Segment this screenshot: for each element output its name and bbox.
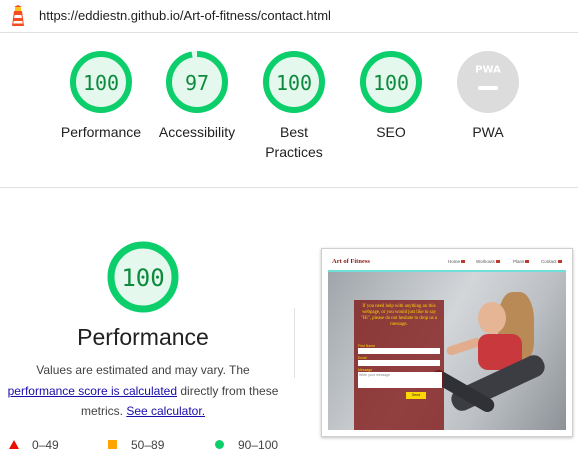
performance-description: Values are estimated and may vary. The p… [0, 360, 286, 422]
perf-desc-2: directly from these [180, 383, 279, 398]
final-screenshot[interactable]: If you need help with anything on this w… [321, 248, 573, 437]
vertical-divider [294, 308, 295, 378]
gauge-seo[interactable]: 100 SEO [343, 50, 439, 142]
site-nav-plans-label: Plans [513, 259, 525, 264]
legend-pass-label: 90–100 [238, 438, 279, 452]
hero-photo: If you need help with anything on this w… [328, 272, 566, 430]
gauge-accessibility-label: Accessibility [158, 124, 236, 140]
gauge-accessibility[interactable]: 97 Accessibility [149, 50, 245, 142]
gauge-performance[interactable]: 100 Performance [53, 50, 149, 142]
form-input-email [358, 360, 440, 366]
performance-score: 100 [121, 264, 164, 292]
gauge-accessibility-score: 97 [185, 71, 209, 95]
gauge-best-practices-score: 100 [276, 71, 312, 95]
fail-triangle-icon [9, 440, 19, 449]
lighthouse-icon [12, 5, 24, 26]
site-nav-plans: Plans [513, 259, 530, 264]
see-calculator-link[interactable]: See calculator. [126, 404, 205, 418]
url-bar: https://eddiestn.github.io/Art-of-fitnes… [0, 0, 578, 32]
pwa-badge-icon: PWA [457, 51, 519, 113]
gauge-pwa[interactable]: PWA PWA [440, 50, 536, 142]
divider [0, 187, 578, 188]
form-input-first-name [358, 348, 440, 354]
perf-desc-1: Values are estimated and may vary. The [36, 363, 250, 377]
gauge-performance-ring: 100 [70, 51, 132, 113]
site-navbar: Art of Fitness Home Workouts Plans Conta… [328, 255, 566, 272]
average-square-icon [108, 440, 117, 449]
gauge-seo-score: 100 [373, 71, 409, 95]
site-nav-home: Home [448, 259, 466, 264]
form-submit-button: Send [406, 392, 426, 399]
photo-person-arm [445, 336, 483, 357]
form-textarea: Write your message [358, 372, 442, 388]
site-nav-home-label: Home [448, 259, 461, 264]
legend-average-label: 50–89 [131, 438, 165, 452]
gauge-seo-ring: 100 [360, 51, 422, 113]
gauge-seo-label: SEO [376, 124, 406, 140]
contact-form: If you need help with anything on this w… [354, 300, 444, 430]
performance-score-link[interactable]: performance score is calculated [8, 384, 177, 398]
pwa-badge-text: PWA [475, 65, 501, 76]
divider [0, 32, 578, 33]
contact-form-intro: If you need help with anything on this w… [361, 304, 437, 327]
gauge-best-practices-ring: 100 [263, 51, 325, 113]
gauge-pwa-label: PWA [472, 124, 504, 140]
screenshot-image: If you need help with anything on this w… [328, 255, 566, 430]
performance-score-gauge: 100 [107, 241, 179, 313]
performance-title: Performance [77, 324, 209, 350]
site-brand: Art of Fitness [332, 258, 370, 265]
gauge-best-practices-label: Best Practices [265, 124, 323, 160]
photo-person-face [478, 302, 506, 334]
legend-fail-label: 0–49 [32, 438, 59, 452]
site-nav-workouts-label: Workouts [476, 259, 495, 264]
gauge-best-practices[interactable]: 100 Best Practices [246, 50, 342, 162]
gauge-performance-score: 100 [83, 71, 119, 95]
perf-desc-3: metrics. [80, 404, 123, 418]
site-nav-contact-label: Contact [541, 259, 557, 264]
site-nav-contact: Contact [541, 259, 562, 264]
site-nav-workouts: Workouts [476, 259, 500, 264]
url-text[interactable]: https://eddiestn.github.io/Art-of-fitnes… [39, 8, 331, 23]
gauge-performance-label: Performance [60, 124, 142, 140]
score-legend: 0–49 50–89 90–100 [0, 437, 578, 453]
gauge-accessibility-ring: 97 [166, 51, 228, 113]
pass-circle-icon [215, 440, 224, 449]
